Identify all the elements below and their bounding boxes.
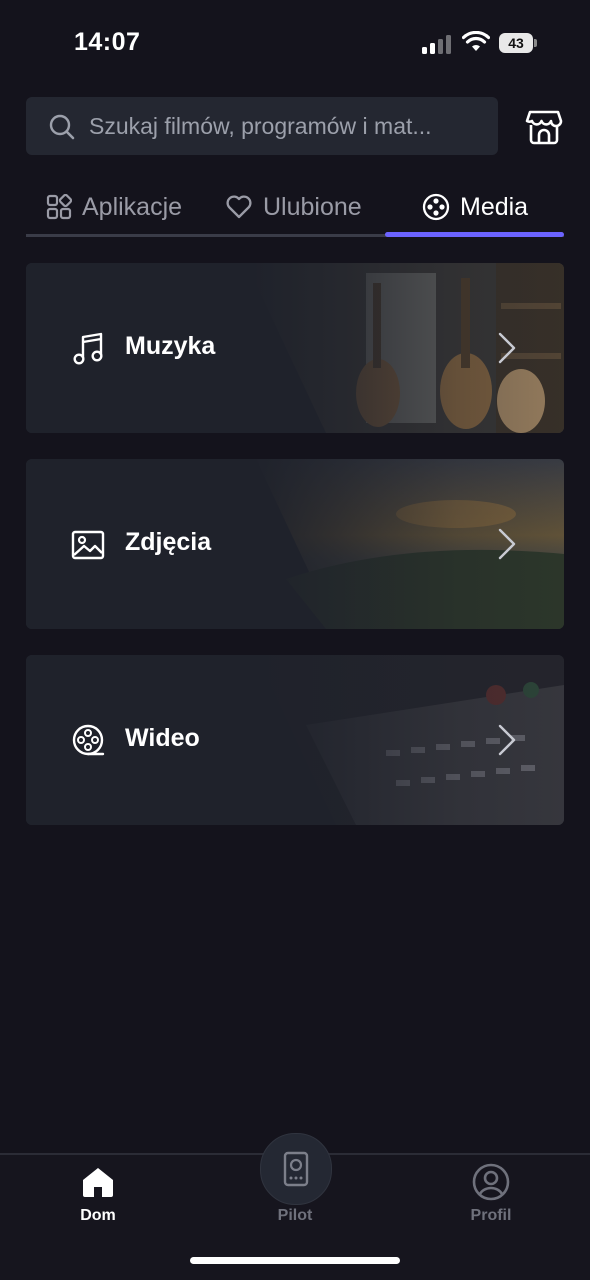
image-icon xyxy=(71,530,105,560)
music-note-icon xyxy=(73,332,103,365)
card-overlay xyxy=(26,263,564,433)
tab-media[interactable]: Media xyxy=(422,180,528,234)
battery-icon: 43 xyxy=(499,33,537,53)
nav-item-dom[interactable]: Dom xyxy=(38,1155,158,1235)
nav-label: Pilot xyxy=(277,1207,313,1224)
chevron-right-icon xyxy=(498,332,516,364)
signal-icon xyxy=(422,34,454,54)
media-card-muzyka[interactable]: Muzyka xyxy=(26,263,564,433)
search-icon xyxy=(49,114,75,140)
remote-icon xyxy=(283,1151,309,1187)
wifi-icon xyxy=(462,31,490,51)
status-time: 14:07 xyxy=(74,28,141,56)
card-overlay xyxy=(26,655,564,825)
media-card-wideo[interactable]: Wideo xyxy=(26,655,564,825)
chevron-right-icon xyxy=(498,528,516,560)
nav-item-profil[interactable]: Profil xyxy=(431,1155,551,1235)
search-placeholder: Szukaj filmów, programów i mat... xyxy=(89,113,432,139)
search-input[interactable]: Szukaj filmów, programów i mat... xyxy=(26,97,498,155)
tab-label: Media xyxy=(460,192,529,221)
nav-label: Profil xyxy=(470,1207,512,1224)
tab-label: Ulubione xyxy=(263,192,362,221)
apps-grid-icon xyxy=(46,194,72,220)
tab-active-indicator xyxy=(385,232,564,237)
media-card-zdjecia[interactable]: Zdjęcia xyxy=(26,459,564,629)
chevron-right-icon xyxy=(498,724,516,756)
battery-level: 43 xyxy=(499,33,533,53)
tab-ulubione[interactable]: Ulubione xyxy=(225,180,362,234)
film-reel-icon xyxy=(72,724,105,756)
card-label: Wideo xyxy=(125,724,200,752)
heart-icon xyxy=(226,195,252,219)
pilot-button[interactable] xyxy=(260,1133,332,1205)
tab-aplikacje[interactable]: Aplikacje xyxy=(46,180,182,234)
store-icon[interactable] xyxy=(524,108,564,146)
nav-label: Dom xyxy=(80,1207,116,1224)
status-bar: 14:07 43 xyxy=(0,0,590,90)
card-overlay xyxy=(26,459,564,629)
tab-bar: Aplikacje Ulubione Media xyxy=(26,180,564,238)
card-label: Muzyka xyxy=(125,332,216,360)
film-reel-icon xyxy=(422,193,450,221)
tab-label: Aplikacje xyxy=(82,192,183,221)
home-icon xyxy=(83,1168,113,1197)
home-indicator xyxy=(190,1257,400,1264)
profile-icon xyxy=(472,1163,510,1201)
card-label: Zdjęcia xyxy=(125,528,212,556)
